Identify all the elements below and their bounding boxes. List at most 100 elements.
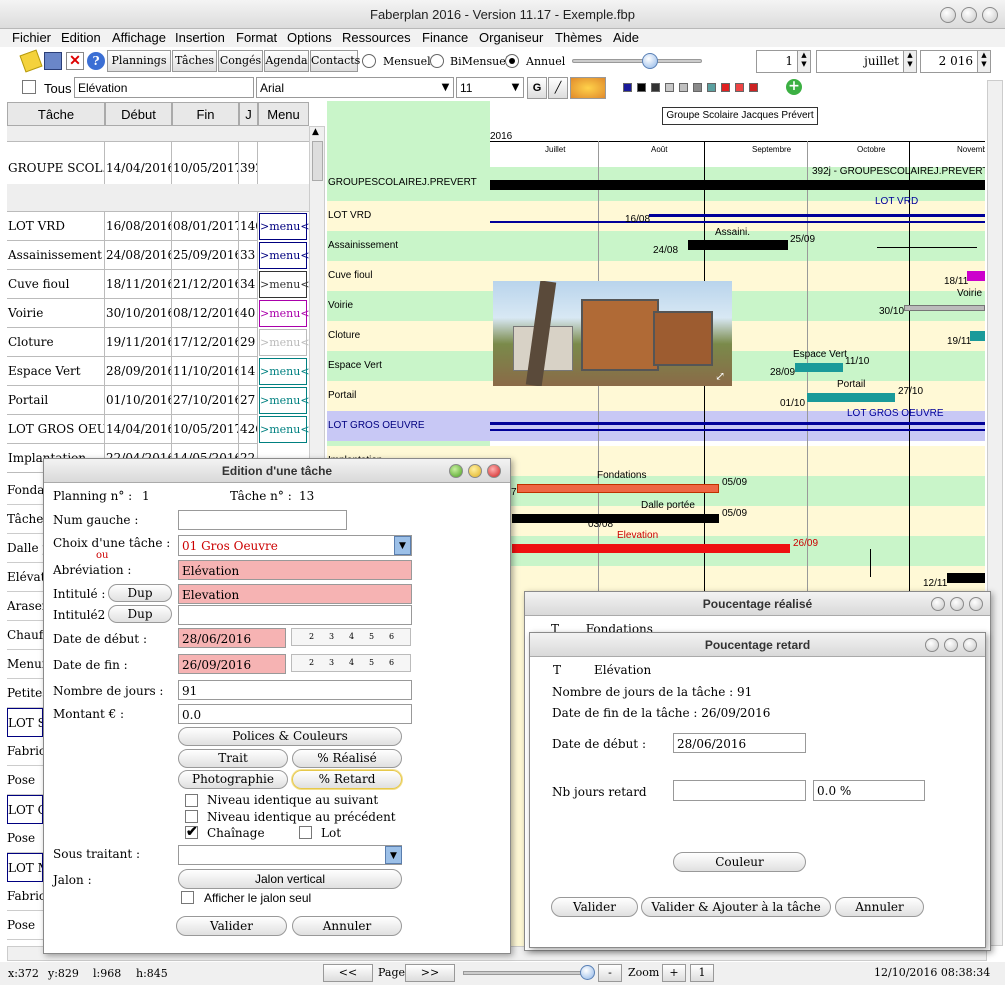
table-cell-end[interactable]: 25/09/2016 [172, 241, 239, 270]
month-field[interactable]: juillet [816, 50, 904, 73]
num-gauche-field[interactable] [178, 510, 347, 530]
delay-ok-button[interactable]: Valider [551, 897, 638, 917]
show-milestone-checkbox[interactable] [181, 891, 194, 904]
next-page-button[interactable]: >> [405, 964, 455, 982]
days-field[interactable]: 91 [178, 680, 412, 700]
col-header-tache[interactable]: Tâche [7, 102, 105, 126]
zoom-slider-track[interactable] [572, 59, 702, 63]
vertical-milestone-button[interactable]: Jalon vertical [178, 869, 402, 889]
end-date-field[interactable]: 26/09/2016 [178, 654, 286, 674]
start-weekday-selector[interactable]: 23456 [291, 628, 411, 646]
dropdown-icon[interactable]: ▼ [385, 846, 402, 864]
same-level-next-checkbox[interactable] [185, 794, 198, 807]
menu-options[interactable]: Options [287, 30, 332, 45]
year-field[interactable]: 2 016 [920, 50, 978, 73]
fonts-colors-button[interactable]: Polices & Couleurs [178, 727, 402, 746]
dup-title-button[interactable]: Dup [108, 584, 172, 602]
table-cell-task[interactable]: LOT M [7, 853, 43, 882]
row-menu-button[interactable]: >menu< [259, 416, 310, 443]
save-icon[interactable] [44, 52, 62, 70]
task-bar[interactable] [490, 180, 985, 190]
table-cell-task[interactable]: LOT VRD [7, 212, 105, 241]
delay-days-field[interactable] [673, 780, 806, 801]
font-select[interactable]: Arial [256, 77, 454, 98]
table-cell-days[interactable]: 40 [239, 299, 258, 328]
menu-organiseur[interactable]: Organiseur [479, 30, 543, 45]
abbreviation-field[interactable]: Elévation [178, 560, 412, 580]
title-field[interactable]: Elevation [178, 584, 412, 604]
color-swatch[interactable] [651, 83, 660, 92]
table-cell-end[interactable]: 08/12/2016 [172, 299, 239, 328]
month-spinner[interactable]: ▲ ▼ [903, 50, 917, 73]
gantt-row-label[interactable]: Espace Vert [328, 360, 382, 371]
amount-field[interactable]: 0.0 [178, 704, 412, 724]
minimize-button[interactable] [925, 638, 939, 652]
task-bar[interactable] [970, 331, 985, 341]
table-cell-task[interactable]: Dalle p [7, 534, 43, 563]
table-cell-task[interactable]: Pose [7, 766, 43, 795]
menu-insertion[interactable]: Insertion [175, 30, 225, 45]
photo-button[interactable]: Photographie [178, 770, 288, 789]
close-button[interactable] [963, 638, 977, 652]
task-bar[interactable] [512, 514, 719, 523]
table-cell-end[interactable]: 27/10/2016 [172, 386, 239, 415]
conges-button[interactable]: Congés [218, 50, 263, 72]
table-cell-end[interactable]: 17/12/2016 [172, 328, 239, 357]
task-cancel-button[interactable]: Annuler [292, 916, 402, 936]
delay-ok-add-button[interactable]: Valider & Ajouter à la tâche [641, 897, 831, 917]
menu-finance[interactable]: Finance [422, 30, 468, 45]
percent-delay-button[interactable]: % Retard [292, 770, 402, 789]
col-header-fin[interactable]: Fin [172, 102, 239, 126]
delay-start-field[interactable]: 28/06/2016 [673, 733, 806, 753]
table-cell-task[interactable]: Arasen [7, 592, 43, 621]
gantt-row-label[interactable]: Cloture [328, 330, 360, 341]
size-dropdown-icon[interactable]: ▼ [508, 78, 523, 97]
start-date-field[interactable]: 28/06/2016 [178, 628, 286, 648]
color-swatch[interactable] [679, 83, 688, 92]
task-bar[interactable] [904, 305, 985, 311]
year-spinner[interactable]: ▲ ▼ [977, 50, 991, 73]
menu-fichier[interactable]: Fichier [12, 30, 51, 45]
page-slider-thumb[interactable] [580, 965, 595, 980]
table-cell-days[interactable]: 14 [239, 357, 258, 386]
trait-button[interactable]: Trait [178, 749, 288, 768]
subcontractor-select[interactable] [178, 845, 402, 865]
zoom-out-button[interactable]: - [598, 964, 622, 982]
color-swatch[interactable] [749, 83, 758, 92]
close-button[interactable] [969, 597, 983, 611]
row-menu-button[interactable]: >menu< [259, 329, 310, 356]
table-cell-days[interactable]: 146 [239, 212, 258, 241]
zoom-reset-button[interactable]: 1 [690, 964, 714, 982]
color-swatch[interactable] [637, 83, 646, 92]
link-line[interactable] [877, 247, 977, 248]
task-bar[interactable] [795, 363, 843, 372]
zoom-slider-thumb[interactable] [642, 53, 658, 69]
gantt-row-label[interactable]: LOT GROS OEUVRE [328, 420, 425, 431]
menu-ressources[interactable]: Ressources [342, 30, 411, 45]
row-menu-button[interactable]: >menu< [259, 271, 310, 298]
gantt-row-label[interactable]: LOT VRD [328, 210, 371, 221]
table-cell-task[interactable]: Espace Vert [7, 357, 105, 386]
task-ok-button[interactable]: Valider [176, 916, 287, 936]
table-cell-start[interactable]: 28/09/2016 [105, 357, 172, 386]
table-cell-end[interactable]: 21/12/2016 [172, 270, 239, 299]
task-bar[interactable] [807, 393, 895, 402]
palette-icon[interactable] [570, 77, 606, 99]
table-cell-task[interactable]: Fabrica [7, 882, 43, 911]
scroll-thumb[interactable] [312, 141, 323, 181]
mensuel-radio[interactable] [362, 54, 376, 68]
zoom-in-button[interactable]: + [662, 964, 686, 982]
color-button[interactable]: Couleur [673, 852, 806, 872]
maximize-button[interactable] [950, 597, 964, 611]
dropdown-icon[interactable]: ▼ [394, 536, 411, 555]
menu-themes[interactable]: Thèmes [555, 30, 602, 45]
maximize-button[interactable] [961, 7, 977, 23]
brush-icon[interactable]: ╱ [548, 77, 568, 99]
table-cell-task[interactable]: Voirie [7, 299, 105, 328]
menu-format[interactable]: Format [236, 30, 277, 45]
task-bar[interactable] [947, 573, 985, 583]
gantt-row-label[interactable]: Portail [328, 390, 356, 401]
close-button[interactable] [487, 464, 501, 478]
task-bar[interactable] [490, 429, 985, 431]
taches-button[interactable]: Tâches [172, 50, 217, 72]
